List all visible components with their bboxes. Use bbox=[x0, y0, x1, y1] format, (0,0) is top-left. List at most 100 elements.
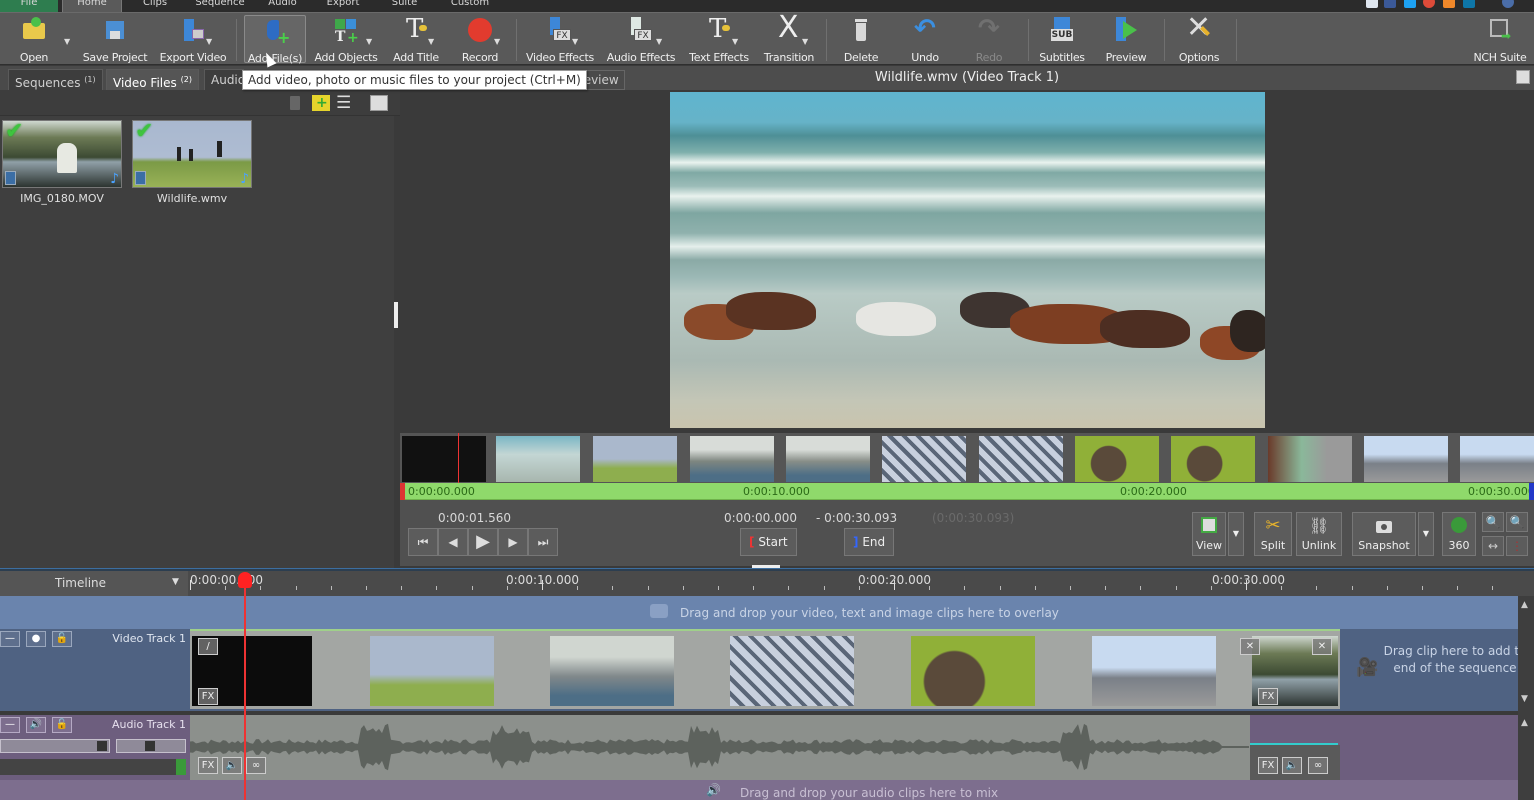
tab-audio-files[interactable]: Audio bbox=[204, 69, 244, 90]
play-button[interactable]: ▶ bbox=[468, 528, 498, 556]
snapshot-dropdown[interactable]: ▼ bbox=[1418, 512, 1434, 556]
list-view-icon[interactable]: ☰ bbox=[336, 94, 351, 112]
add-objects-button[interactable]: T + Add Objects ▼ bbox=[312, 15, 380, 64]
redo-button[interactable]: ↷ Redo bbox=[964, 15, 1014, 64]
snapshot-button[interactable]: Snapshot bbox=[1352, 512, 1416, 556]
transition-icon[interactable]: ✕ bbox=[1240, 638, 1260, 655]
chevron-down-icon[interactable]: ▼ bbox=[172, 577, 179, 587]
options-button[interactable]: ✕ Options bbox=[1172, 13, 1226, 65]
share-icon[interactable] bbox=[1366, 0, 1378, 8]
split-button[interactable]: ✂ Split bbox=[1254, 512, 1292, 556]
go-to-end-button[interactable]: ⏭ bbox=[528, 528, 558, 556]
collapse-icon[interactable]: — bbox=[0, 631, 20, 647]
google-plus-icon[interactable] bbox=[1423, 0, 1435, 8]
fit-selection-icon[interactable]: ⋮ bbox=[1506, 536, 1528, 556]
speaker-icon[interactable]: 🔈 bbox=[222, 757, 242, 774]
fx-icon[interactable]: FX bbox=[198, 688, 218, 705]
help-icon[interactable] bbox=[1502, 0, 1514, 8]
view-dropdown[interactable]: ▼ bbox=[1228, 512, 1244, 556]
timeline-clip[interactable] bbox=[911, 636, 1035, 706]
set-start-button[interactable]: [ Start bbox=[740, 528, 797, 556]
panel-splitter[interactable] bbox=[394, 302, 398, 328]
record-button[interactable]: Record ▼ bbox=[452, 15, 508, 64]
step-forward-button[interactable]: ▶ bbox=[498, 528, 528, 556]
video-track-lane[interactable]: / FX ✕ ✕ FX bbox=[190, 629, 1340, 709]
scrub-bar[interactable]: 0:00:00.000 0:00:10.000 0:00:20.000 0:00… bbox=[400, 483, 1534, 500]
media-item[interactable]: ✔ ♪ Wildlife.wmv bbox=[132, 120, 252, 205]
audio-effects-button[interactable]: FX Audio Effects ▼ bbox=[604, 15, 678, 64]
slider-knob[interactable] bbox=[145, 741, 155, 751]
slider-knob[interactable] bbox=[97, 741, 107, 751]
transition-button[interactable]: X Transition ▼ bbox=[760, 13, 818, 65]
lock-icon[interactable]: 🔓 bbox=[52, 631, 72, 647]
collapse-icon[interactable]: — bbox=[0, 717, 20, 733]
tab-suite[interactable]: Suite bbox=[382, 0, 427, 12]
video-effects-button[interactable]: FX Video Effects ▼ bbox=[524, 15, 596, 64]
scroll-down-icon[interactable]: ▼ bbox=[1521, 694, 1528, 704]
playhead[interactable] bbox=[244, 573, 246, 800]
tab-video-files[interactable]: Video Files (2) bbox=[106, 69, 199, 90]
speaker-icon[interactable]: 🔊 bbox=[26, 717, 46, 733]
start-marker[interactable] bbox=[400, 483, 405, 500]
playhead-handle[interactable] bbox=[238, 572, 252, 588]
popout-icon[interactable] bbox=[370, 95, 388, 111]
step-back-button[interactable]: ◀ bbox=[438, 528, 468, 556]
audio-clip-tail[interactable]: FX 🔈 ∞ bbox=[1250, 715, 1340, 780]
popout-icon[interactable] bbox=[1516, 70, 1530, 84]
audio-track-lane[interactable]: FX 🔈 ∞ bbox=[190, 715, 1250, 780]
open-dropdown[interactable]: ▼ bbox=[58, 15, 70, 63]
lock-icon[interactable]: 🔓 bbox=[52, 717, 72, 733]
timeline-clip[interactable] bbox=[550, 636, 674, 706]
export-video-button[interactable]: Export Video ▼ bbox=[156, 15, 230, 64]
blogger-icon[interactable] bbox=[1443, 0, 1455, 8]
tab-clips[interactable]: Clips bbox=[130, 0, 180, 12]
tab-file[interactable]: File bbox=[0, 0, 58, 12]
audio-drop-zone[interactable]: 🔊 Drag and drop your audio clips here to… bbox=[0, 780, 1518, 800]
go-to-start-button[interactable]: ⏮ bbox=[408, 528, 438, 556]
transition-icon[interactable]: ✕ bbox=[1312, 638, 1332, 655]
fx-icon[interactable]: FX bbox=[1258, 688, 1278, 705]
scroll-up-icon[interactable]: ▲ bbox=[1521, 600, 1528, 610]
text-effects-button[interactable]: T Text Effects ▼ bbox=[684, 15, 754, 64]
tab-sequences[interactable]: Sequences (1) bbox=[8, 69, 103, 90]
pan-slider[interactable] bbox=[116, 739, 186, 753]
timeline-ruler[interactable]: Timeline ▼ 0:00:00.000 0:00:10.000 0:00:… bbox=[0, 571, 1534, 596]
trash-icon[interactable] bbox=[290, 96, 300, 110]
volume-slider[interactable] bbox=[0, 739, 110, 753]
add-title-button[interactable]: T Add Title ▼ bbox=[388, 15, 444, 64]
preview-button[interactable]: Preview bbox=[1100, 15, 1152, 64]
save-project-button[interactable]: Save Project bbox=[80, 15, 150, 64]
video-frame[interactable] bbox=[670, 92, 1265, 428]
add-files-button[interactable]: + Add File(s) bbox=[244, 15, 306, 65]
preview-filmstrip[interactable] bbox=[400, 433, 1534, 483]
linkedin-icon[interactable] bbox=[1463, 0, 1475, 8]
open-button[interactable]: Open bbox=[6, 15, 62, 64]
unlink-button[interactable]: ⛓ Unlink bbox=[1296, 512, 1342, 556]
timeline-clip[interactable]: ✕ ✕ FX bbox=[1240, 636, 1338, 706]
end-marker[interactable] bbox=[1529, 483, 1534, 500]
subtitles-button[interactable]: SUB Subtitles bbox=[1036, 15, 1088, 64]
tab-sequence[interactable]: Sequence bbox=[185, 0, 255, 12]
view-button[interactable]: View bbox=[1192, 512, 1226, 556]
timeline-clip[interactable]: / FX bbox=[192, 636, 312, 706]
tab-custom[interactable]: Custom bbox=[440, 0, 500, 12]
overlay-track[interactable]: Drag and drop your video, text and image… bbox=[0, 596, 1518, 629]
transition-icon[interactable]: / bbox=[198, 638, 218, 655]
eye-icon[interactable]: ● bbox=[26, 631, 46, 647]
media-item[interactable]: ✔ ♪ IMG_0180.MOV bbox=[2, 120, 122, 205]
speaker-icon[interactable]: 🔈 bbox=[1282, 757, 1302, 774]
add-folder-icon[interactable]: + bbox=[312, 95, 330, 111]
timeline-clip[interactable] bbox=[730, 636, 854, 706]
nch-suite-button[interactable]: ➡ NCH Suite bbox=[1470, 15, 1530, 64]
tab-export[interactable]: Export bbox=[318, 0, 368, 12]
fx-icon[interactable]: FX bbox=[1258, 757, 1278, 774]
tab-home[interactable]: Home bbox=[62, 0, 122, 12]
set-end-button[interactable]: ] End bbox=[844, 528, 895, 556]
timeline-clip[interactable] bbox=[1092, 636, 1216, 706]
delete-button[interactable]: Delete bbox=[834, 15, 888, 64]
twitter-icon[interactable] bbox=[1404, 0, 1416, 8]
facebook-icon[interactable] bbox=[1384, 0, 1396, 8]
fit-width-icon[interactable]: ↔ bbox=[1482, 536, 1504, 556]
loop-icon[interactable]: ∞ bbox=[1308, 757, 1328, 774]
timeline-clip[interactable] bbox=[370, 636, 494, 706]
